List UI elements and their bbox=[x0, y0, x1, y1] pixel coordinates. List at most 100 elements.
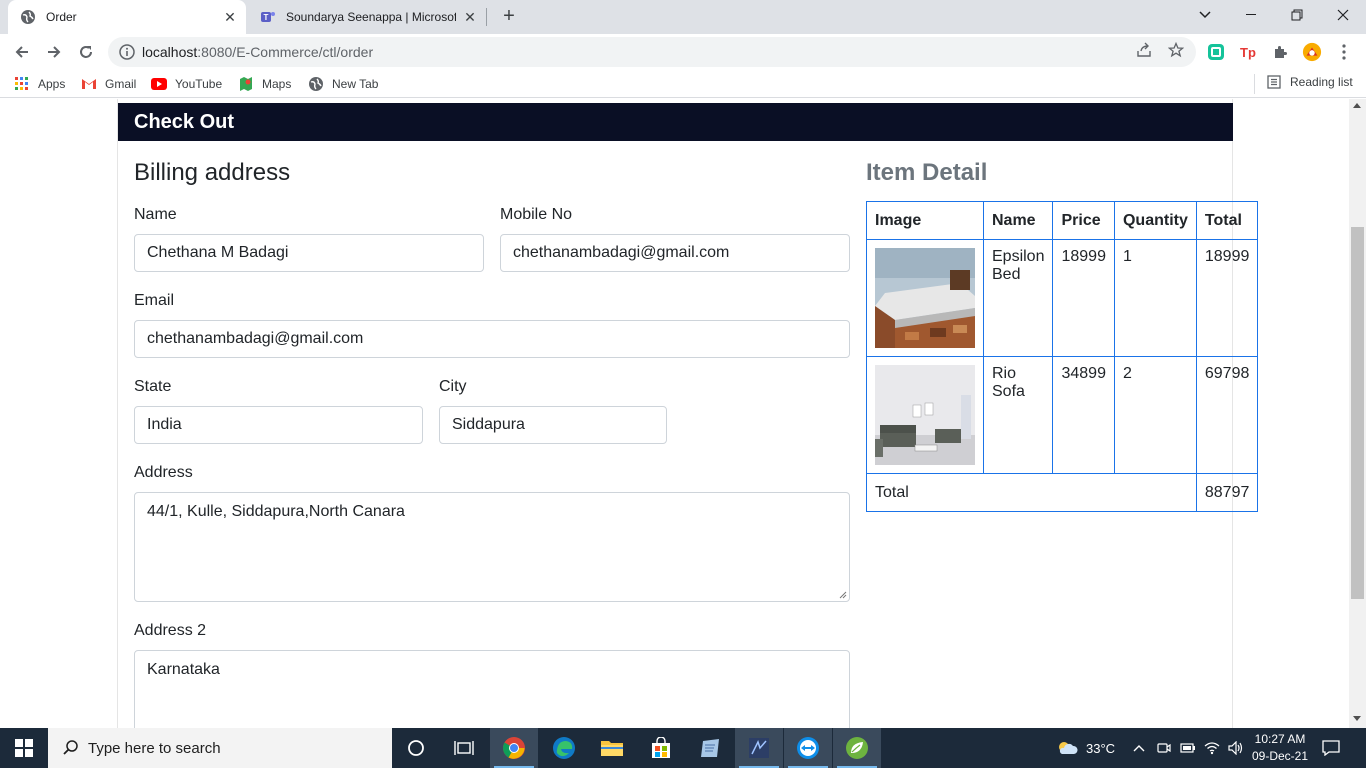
close-window-button[interactable] bbox=[1320, 0, 1366, 30]
close-tab-icon[interactable]: ✕ bbox=[222, 9, 238, 25]
extensions-puzzle-icon[interactable] bbox=[1270, 42, 1290, 62]
ide-icon bbox=[749, 738, 769, 758]
youtube-icon bbox=[151, 76, 167, 92]
address2-textarea[interactable]: Karnataka bbox=[134, 650, 850, 728]
bed-product-image bbox=[875, 248, 975, 348]
task-view-icon bbox=[454, 741, 474, 755]
reading-list-button[interactable]: Reading list bbox=[1267, 75, 1353, 89]
scroll-up-arrow-icon[interactable] bbox=[1353, 103, 1361, 108]
taskbar-eclipse[interactable] bbox=[735, 728, 783, 768]
name-label: Name bbox=[134, 206, 177, 223]
taskbar-file-explorer[interactable] bbox=[588, 728, 636, 768]
restore-button[interactable] bbox=[1274, 0, 1320, 30]
windows-taskbar: Type here to search 33°C 10:27 AM 09-Dec… bbox=[0, 728, 1366, 768]
browser-toolbar: localhost:8080/E-Commerce/ctl/order Tp bbox=[0, 34, 1366, 70]
product-image-cell bbox=[866, 356, 984, 474]
table-total-row: Total 88797 bbox=[866, 473, 1259, 512]
windows-logo-icon bbox=[15, 739, 33, 757]
address-label: Address bbox=[134, 464, 193, 481]
resize-grip-icon[interactable] bbox=[839, 591, 847, 599]
network-tray-icon[interactable] bbox=[1204, 728, 1220, 768]
tab-title: Order bbox=[46, 10, 77, 24]
globe-icon bbox=[308, 76, 324, 92]
address-textarea[interactable]: 44/1, Kulle, Siddapura,North Canara bbox=[134, 492, 850, 602]
share-icon[interactable] bbox=[1134, 40, 1154, 60]
city-input[interactable]: Siddapura bbox=[439, 406, 667, 444]
email-input[interactable]: chethanambadagi@gmail.com bbox=[134, 320, 850, 358]
bookmark-star-icon[interactable] bbox=[1166, 40, 1186, 60]
people-tray-icon[interactable] bbox=[1156, 728, 1172, 768]
billing-address-title: Billing address bbox=[134, 159, 291, 186]
svg-text:Tp: Tp bbox=[1240, 45, 1256, 60]
state-input[interactable]: India bbox=[134, 406, 423, 444]
bookmark-label: Maps bbox=[262, 77, 292, 91]
windows-start-button[interactable] bbox=[0, 728, 48, 768]
tp-extension-icon[interactable]: Tp bbox=[1238, 42, 1258, 62]
column-header-quantity: Quantity bbox=[1113, 201, 1197, 240]
profile-avatar-icon[interactable] bbox=[1302, 42, 1322, 62]
close-tab-icon[interactable]: ✕ bbox=[462, 9, 478, 25]
battery-tray-icon[interactable] bbox=[1180, 728, 1196, 768]
bookmark-youtube[interactable]: YouTube bbox=[151, 75, 222, 93]
new-tab-button[interactable]: + bbox=[498, 6, 520, 28]
tab-search-icon[interactable] bbox=[1182, 0, 1228, 30]
mobile-input[interactable]: chethanambadagi@gmail.com bbox=[500, 234, 850, 272]
notifications-button[interactable] bbox=[1322, 728, 1340, 768]
bookmark-label: YouTube bbox=[175, 77, 223, 91]
product-name-line: Rio bbox=[992, 365, 1017, 382]
reload-icon[interactable] bbox=[74, 40, 98, 64]
forward-arrow-icon[interactable] bbox=[42, 40, 66, 64]
minimize-button[interactable] bbox=[1228, 0, 1274, 30]
product-name-cell: Epsilon Bed bbox=[982, 239, 1054, 357]
task-view-button[interactable] bbox=[440, 728, 488, 768]
folder-icon bbox=[601, 741, 623, 756]
price-cell: 18999 bbox=[1052, 239, 1115, 357]
taskbar-edge[interactable] bbox=[540, 728, 588, 768]
tab-teams[interactable]: T Soundarya Seenappa | Microsoft ✕ bbox=[250, 0, 486, 34]
notepad-icon bbox=[701, 739, 719, 757]
weather-widget[interactable]: 33°C bbox=[1056, 728, 1115, 768]
tab-order[interactable]: Order ✕ bbox=[8, 0, 246, 34]
address-bar[interactable]: localhost:8080/E-Commerce/ctl/order bbox=[108, 37, 1196, 67]
scrollbar-thumb[interactable] bbox=[1351, 227, 1364, 599]
taskbar-notepad[interactable] bbox=[686, 728, 734, 768]
bookmark-new-tab[interactable]: New Tab bbox=[308, 75, 378, 93]
chrome-icon bbox=[503, 737, 525, 759]
clock-time: 10:27 AM bbox=[1254, 732, 1306, 746]
apps-grid-icon bbox=[14, 76, 30, 92]
volume-tray-icon[interactable] bbox=[1228, 728, 1244, 768]
column-header-image: Image bbox=[866, 201, 984, 240]
taskbar-store[interactable] bbox=[637, 728, 685, 768]
show-hidden-icons-button[interactable] bbox=[1133, 728, 1145, 768]
scroll-down-arrow-icon[interactable] bbox=[1353, 716, 1361, 721]
taskbar-spring-tool[interactable] bbox=[833, 728, 881, 768]
battery-icon bbox=[1180, 743, 1195, 753]
chevron-up-icon bbox=[1133, 745, 1145, 752]
bookmark-maps[interactable]: Maps bbox=[238, 75, 291, 93]
teamviewer-icon bbox=[797, 737, 819, 759]
svg-text:T: T bbox=[264, 13, 269, 22]
taskbar-teamviewer[interactable] bbox=[784, 728, 832, 768]
city-label: City bbox=[439, 378, 467, 395]
reading-list-label: Reading list bbox=[1290, 75, 1353, 89]
back-arrow-icon[interactable] bbox=[10, 40, 34, 64]
bookmark-gmail[interactable]: Gmail bbox=[81, 75, 136, 93]
page-viewport: Check Out Billing address Name Chethana … bbox=[0, 99, 1366, 728]
menu-kebab-icon[interactable] bbox=[1334, 42, 1354, 62]
meet-now-icon bbox=[1157, 743, 1171, 753]
system-clock[interactable]: 10:27 AM 09-Dec-21 bbox=[1250, 731, 1310, 765]
taskbar-chrome[interactable] bbox=[490, 728, 538, 768]
bookmark-apps[interactable]: Apps bbox=[14, 75, 65, 93]
page-scrollbar[interactable] bbox=[1349, 99, 1366, 728]
product-name-line: Bed bbox=[992, 266, 1021, 283]
url-host: localhost bbox=[142, 44, 198, 60]
price-cell: 34899 bbox=[1052, 356, 1115, 474]
grammarly-extension-icon[interactable] bbox=[1206, 42, 1226, 62]
name-input[interactable]: Chethana M Badagi bbox=[134, 234, 484, 272]
info-icon[interactable] bbox=[119, 44, 135, 60]
cortana-button[interactable] bbox=[392, 728, 440, 768]
total-cell: 18999 bbox=[1195, 239, 1259, 357]
taskbar-search-box[interactable]: Type here to search bbox=[48, 728, 392, 768]
total-cell: 69798 bbox=[1195, 356, 1259, 474]
table-row: Rio Sofa 34899 2 69798 bbox=[866, 356, 1259, 474]
